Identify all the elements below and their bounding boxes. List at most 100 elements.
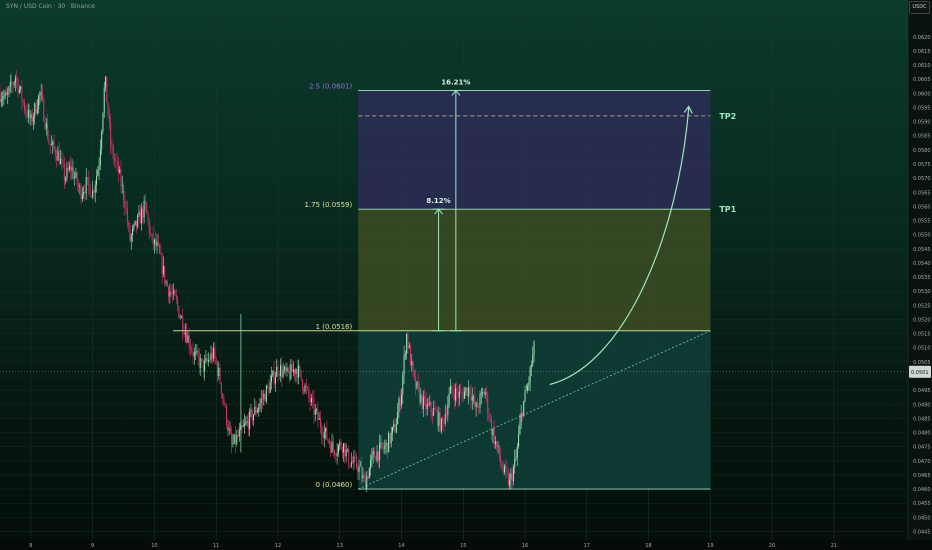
candle-body	[101, 131, 103, 149]
candle-body	[183, 331, 185, 335]
candle-body	[155, 239, 157, 247]
candle-body	[177, 299, 179, 307]
candle-body	[94, 184, 96, 193]
candle-body	[337, 445, 339, 453]
candle-body	[186, 332, 188, 343]
candle-body	[497, 445, 499, 447]
price-tick-label: 0.0575	[913, 162, 931, 168]
candle-body	[428, 403, 430, 405]
candle-body	[489, 418, 491, 420]
candle-body	[148, 220, 150, 234]
candle-body	[361, 466, 363, 479]
candle-body	[58, 150, 60, 164]
candle-body	[512, 467, 514, 482]
candle-body	[524, 390, 526, 401]
candle-body	[456, 388, 458, 394]
candle-body	[483, 392, 485, 395]
measure-label: 8.12%	[426, 197, 450, 205]
candle-body	[430, 402, 432, 412]
candle-body	[291, 364, 293, 372]
candle-body	[281, 365, 283, 377]
candle-body	[224, 405, 226, 406]
candle-body	[332, 441, 334, 451]
candle-body	[363, 475, 365, 479]
candle-body	[132, 228, 134, 236]
candle-body	[244, 423, 246, 426]
time-tick-label: 13	[337, 543, 343, 549]
candle-body	[121, 185, 123, 186]
candle-body	[292, 369, 294, 372]
candle-body	[129, 225, 131, 241]
candle-body	[422, 397, 424, 409]
candle-body	[130, 235, 132, 241]
candle-body	[271, 375, 273, 382]
candle-body	[20, 86, 22, 90]
candle-body	[404, 353, 406, 356]
candle-body	[519, 422, 521, 435]
candle-body	[353, 456, 355, 463]
candle-body	[170, 291, 172, 294]
candle-body	[274, 376, 276, 384]
candle-body	[44, 121, 46, 129]
candle-body	[63, 163, 65, 181]
price-tick-label: 0.0490	[913, 402, 931, 408]
candle-body	[282, 370, 284, 377]
candle-body	[134, 220, 136, 225]
currency-badge[interactable]: USDC	[909, 1, 930, 14]
candle-body	[391, 427, 393, 433]
candle-body	[96, 175, 98, 185]
candle-body	[533, 341, 535, 355]
price-tick-label: 0.0550	[913, 233, 931, 239]
candle-body	[128, 222, 130, 226]
candle-body	[81, 194, 83, 200]
time-tick-label: 20	[769, 543, 775, 549]
candle-body	[27, 109, 29, 118]
candle-body	[56, 156, 58, 161]
candle-body	[494, 441, 496, 445]
time-tick-label: 17	[584, 543, 590, 549]
candle-body	[9, 81, 11, 87]
candle-body	[470, 393, 472, 401]
candle-body	[76, 172, 78, 185]
candle-body	[411, 361, 413, 366]
time-tick-label: 10	[151, 543, 157, 549]
candle-body	[334, 450, 336, 456]
candle-body	[250, 409, 252, 412]
candle-body	[461, 391, 463, 394]
price-chart[interactable]: 2.5 (0.0601) 1.75 (0.0559) 1 (0.0516) 0 (0.…	[0, 0, 932, 550]
level-label: 2.5 (0.0601)	[309, 82, 353, 90]
price-tick-label: 0.0480	[913, 431, 931, 437]
candle-body	[299, 365, 301, 370]
candle-body	[314, 409, 316, 415]
candle-body	[326, 427, 328, 440]
candle-body	[514, 459, 516, 468]
candle-body	[159, 244, 161, 254]
candle-body	[265, 385, 267, 402]
candle-body	[227, 424, 229, 431]
candle-body	[437, 410, 439, 426]
candle-body	[59, 158, 61, 164]
time-tick-label: 21	[831, 543, 837, 549]
candle-body	[12, 84, 14, 86]
candle-body	[471, 396, 473, 401]
time-tick-label: 19	[707, 543, 713, 549]
candle-body	[321, 427, 323, 435]
candle-body	[357, 467, 359, 473]
candle-body	[352, 462, 354, 463]
level-label: 0 (0.0460)	[316, 481, 353, 489]
price-tick-label: 0.0520	[913, 317, 931, 323]
candle-body	[83, 192, 85, 195]
candle-body	[238, 429, 240, 437]
candle-body	[452, 390, 454, 394]
candle-body	[303, 388, 305, 392]
zone-tp1-band	[358, 209, 711, 331]
candle-body	[173, 290, 175, 294]
candle-body	[99, 148, 101, 166]
candle-body	[14, 77, 16, 83]
candle-body	[518, 434, 520, 447]
candle-body	[349, 465, 351, 467]
candle-body	[66, 167, 68, 179]
candle-body	[89, 185, 91, 197]
candle-body	[35, 103, 37, 114]
candle-body	[509, 479, 511, 486]
